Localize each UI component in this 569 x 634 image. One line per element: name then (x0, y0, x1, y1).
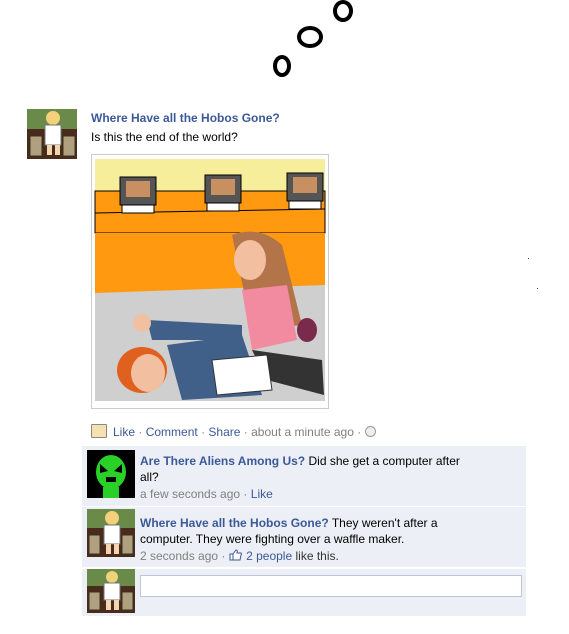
comment-1-avatar[interactable] (87, 450, 135, 498)
thought-bubble-medium (297, 26, 323, 48)
thought-bubble-large (333, 0, 353, 22)
comment-2-time[interactable]: 2 seconds ago (140, 549, 218, 563)
comment-2-body: Where Have all the Hobos Gone? They were… (140, 515, 480, 547)
globe-icon (364, 426, 376, 437)
post-like-link[interactable]: Like (113, 425, 135, 439)
stray-dot (537, 288, 538, 289)
comment-1-like-link[interactable]: Like (251, 487, 273, 501)
thought-bubble-small (273, 55, 291, 77)
comment-input[interactable] (140, 575, 522, 597)
post-comment-link[interactable]: Comment (146, 425, 198, 439)
post-author-avatar[interactable] (27, 109, 77, 159)
viewer-avatar (87, 569, 135, 613)
stray-dot (528, 258, 529, 259)
comment-2-likers-link[interactable]: 2 people (246, 549, 292, 563)
comment-1-body: Are There Aliens Among Us? Did she get a… (140, 453, 480, 485)
comment-2-avatar[interactable] (87, 509, 135, 557)
comment-2-meta: 2 seconds ago · 2 people like this. (140, 549, 339, 563)
comment-2-author[interactable]: Where Have all the Hobos Gone? (140, 516, 329, 530)
comment-2-likes-suffix: like this. (295, 549, 339, 563)
comment-1-meta: a few seconds ago · Like (140, 487, 273, 501)
post-timestamp[interactable]: about a minute ago (251, 425, 354, 439)
post-share-link[interactable]: Share (208, 425, 240, 439)
comment-1-author[interactable]: Are There Aliens Among Us? (140, 454, 305, 468)
post-text: Is this the end of the world? (91, 130, 238, 144)
ping-icon (91, 424, 107, 438)
thumbs-up-icon (229, 549, 242, 561)
comment-1-time[interactable]: a few seconds ago (140, 487, 240, 501)
post-author-name[interactable]: Where Have all the Hobos Gone? (91, 111, 280, 125)
post-actions: Like · Comment · Share · about a minute … (91, 424, 511, 440)
post-photo[interactable] (91, 154, 329, 409)
thought-bubbles (273, 0, 353, 77)
